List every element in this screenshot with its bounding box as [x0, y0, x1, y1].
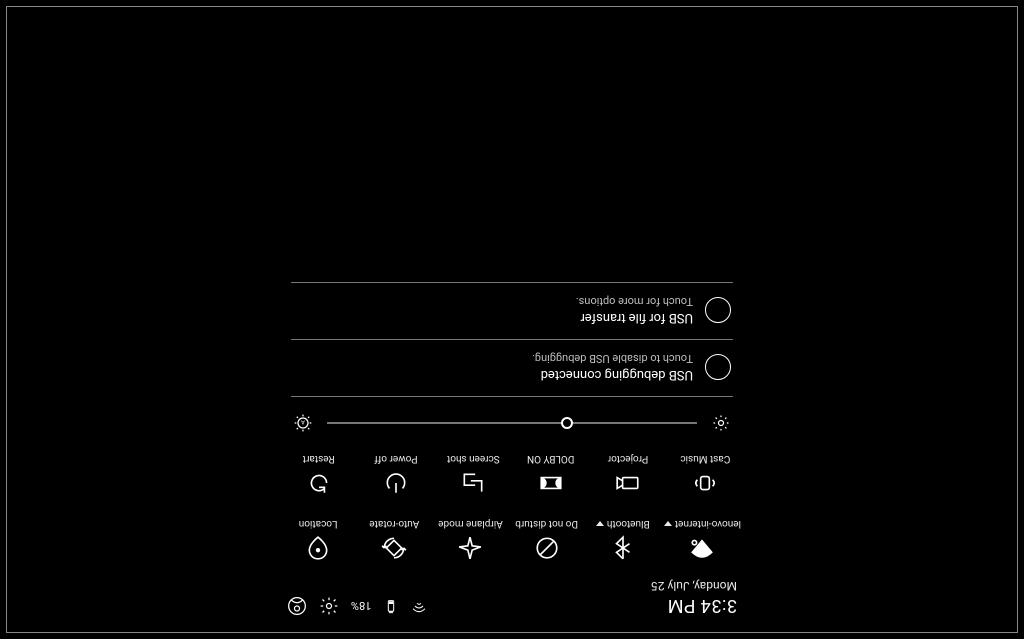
brightness-slider[interactable]	[327, 422, 697, 424]
clock-time: 3:34 PM	[651, 595, 737, 616]
location-icon	[305, 535, 331, 561]
tile-label: Restart	[303, 453, 335, 464]
notification-usb-debugging[interactable]: USB debugging connected Touch to disable…	[277, 346, 747, 390]
brightness-low-icon	[711, 413, 731, 433]
power-icon	[383, 470, 409, 496]
user-avatar-icon[interactable]	[287, 596, 307, 616]
screen-frame: 3:34 PM Monday, July 25 18%	[6, 6, 1018, 633]
tile-label: Screen shot	[447, 453, 500, 464]
tile-dnd[interactable]: Do not disturb	[512, 514, 582, 565]
brightness-row: A	[277, 403, 747, 443]
time-block: 3:34 PM Monday, July 25	[651, 579, 737, 616]
restart-icon	[306, 470, 332, 496]
autorotate-icon	[381, 535, 407, 561]
notification-subtitle: Touch to disable USB debugging.	[532, 352, 693, 365]
tile-bluetooth[interactable]: Bluetooth	[588, 514, 658, 565]
tile-poweroff[interactable]: Power off	[360, 449, 431, 500]
dnd-icon	[534, 535, 560, 561]
tiles-row-1: lenovo-internet Bluetooth Do not disturb…	[277, 512, 747, 573]
wifi-status-icon	[411, 598, 427, 614]
divider	[291, 282, 733, 283]
quick-settings-panel: 3:34 PM Monday, July 25 18%	[277, 280, 747, 622]
tiles-row-2: Cast Music Projector DOLBY ON Screen sho…	[277, 447, 747, 508]
tile-label: Do not disturb	[515, 518, 578, 529]
tile-label: DOLBY ON	[527, 453, 574, 464]
cast-music-icon	[692, 470, 718, 496]
battery-percent: 18%	[351, 600, 371, 613]
qs-header: 3:34 PM Monday, July 25 18%	[277, 577, 747, 622]
tile-wifi[interactable]: lenovo-internet	[664, 514, 741, 565]
bluetooth-icon	[610, 535, 636, 561]
battery-status-icon	[383, 598, 399, 614]
clock-date: Monday, July 25	[651, 579, 737, 593]
screenshot-icon	[460, 470, 486, 496]
wifi-icon	[689, 535, 715, 561]
notification-usb-transfer[interactable]: USB for file transfer Touch for more opt…	[277, 289, 747, 333]
notification-title: USB for file transfer	[576, 310, 693, 325]
projector-icon	[615, 470, 641, 496]
header-right: 18%	[287, 596, 427, 616]
tile-label: Projector	[608, 453, 649, 464]
tile-cast-music[interactable]: Cast Music	[670, 449, 741, 500]
divider	[291, 339, 733, 340]
tile-location[interactable]: Location	[283, 514, 353, 565]
tile-projector[interactable]: Projector	[592, 449, 663, 500]
notification-title: USB debugging connected	[532, 367, 693, 382]
tile-label: Auto-rotate	[369, 518, 419, 529]
tile-screenshot[interactable]: Screen shot	[438, 449, 509, 500]
settings-icon[interactable]	[319, 596, 339, 616]
brightness-auto-icon[interactable]: A	[293, 413, 313, 433]
tile-label: Power off	[374, 453, 417, 464]
tile-airplane[interactable]: Airplane mode	[435, 514, 505, 565]
divider	[291, 396, 733, 397]
tile-restart[interactable]: Restart	[283, 449, 354, 500]
tile-label: Cast Music	[680, 453, 730, 464]
tile-autorotate[interactable]: Auto-rotate	[359, 514, 429, 565]
notification-subtitle: Touch for more options.	[576, 295, 693, 308]
tile-label: Location	[299, 518, 338, 529]
airplane-icon	[457, 535, 483, 561]
tile-label: lenovo-internet	[675, 518, 741, 529]
svg-text:A: A	[301, 419, 305, 425]
dolby-icon	[538, 470, 564, 496]
android-icon	[705, 354, 731, 380]
android-icon	[705, 297, 731, 323]
tile-dolby[interactable]: DOLBY ON	[515, 449, 586, 500]
tile-label: Airplane mode	[438, 518, 503, 529]
chevron-down-icon	[664, 521, 672, 526]
brightness-thumb[interactable]	[562, 417, 574, 429]
chevron-down-icon	[596, 521, 604, 526]
tile-label: Bluetooth	[607, 518, 650, 529]
